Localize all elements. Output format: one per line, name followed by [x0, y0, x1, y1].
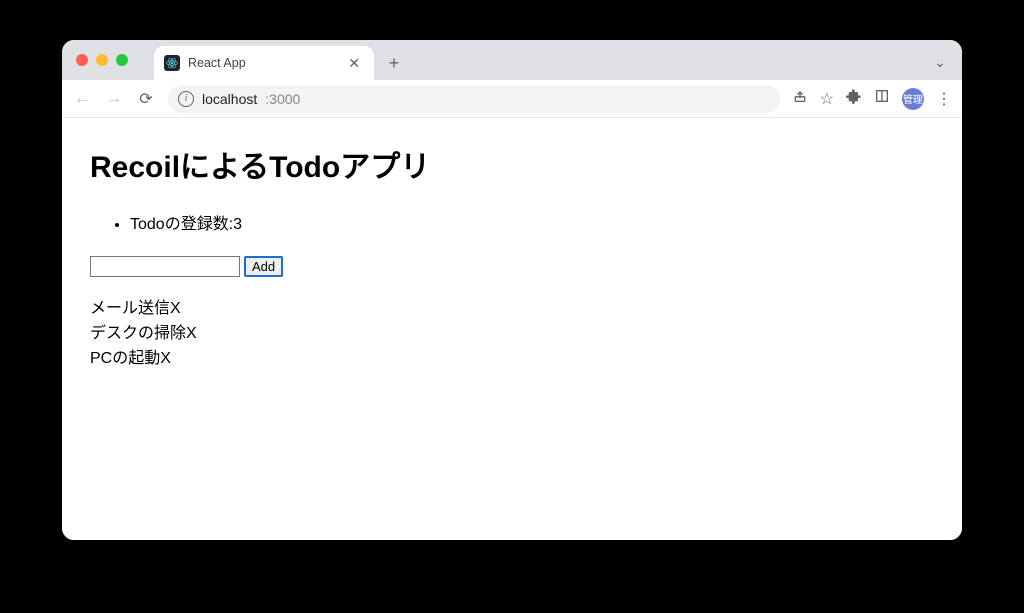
kebab-menu-icon[interactable]: ⋮: [936, 89, 952, 109]
browser-toolbar: ← → ⟳ i localhost :3000 ☆ 管理 ⋮: [62, 80, 962, 118]
window-maximize-button[interactable]: [116, 54, 128, 66]
new-tab-button[interactable]: +: [380, 49, 408, 77]
todo-item: メール送信X: [90, 297, 934, 322]
browser-tab[interactable]: React App ✕: [154, 46, 374, 80]
todo-text: PCの起動: [90, 347, 160, 372]
todo-count-list: Todoの登録数:3: [90, 210, 934, 234]
share-icon[interactable]: [792, 88, 808, 109]
browser-window: React App ✕ + ⌄ ← → ⟳ i localhost :3000 ☆…: [62, 40, 962, 540]
bookmark-star-icon[interactable]: ☆: [820, 89, 834, 109]
todo-count-item: Todoの登録数:3: [130, 210, 934, 234]
page-title: RecoilによるTodoアプリ: [90, 142, 934, 186]
titlebar: React App ✕ + ⌄: [62, 40, 962, 80]
react-favicon-icon: [164, 55, 180, 71]
page-content: RecoilによるTodoアプリ Todoの登録数:3 Add メール送信X デ…: [62, 118, 962, 540]
extensions-icon[interactable]: [846, 88, 862, 109]
todo-text: メール送信: [90, 297, 170, 322]
add-button[interactable]: Add: [244, 256, 283, 277]
delete-button[interactable]: X: [186, 322, 197, 347]
delete-button[interactable]: X: [160, 347, 171, 372]
profile-badge[interactable]: 管理: [902, 88, 924, 110]
todo-item: PCの起動X: [90, 347, 934, 372]
window-minimize-button[interactable]: [96, 54, 108, 66]
window-close-button[interactable]: [76, 54, 88, 66]
window-menu-chevron-icon[interactable]: ⌄: [934, 54, 946, 71]
url-port: :3000: [265, 91, 300, 107]
todo-text: デスクの掃除: [90, 322, 186, 347]
reading-list-icon[interactable]: [874, 88, 890, 109]
todo-list: メール送信X デスクの掃除X PCの起動X: [90, 297, 934, 371]
delete-button[interactable]: X: [170, 297, 181, 322]
traffic-lights: [76, 54, 128, 66]
site-info-icon[interactable]: i: [178, 91, 194, 107]
forward-button[interactable]: →: [104, 90, 124, 108]
back-button[interactable]: ←: [72, 90, 92, 108]
todo-item: デスクの掃除X: [90, 322, 934, 347]
reload-button[interactable]: ⟳: [136, 89, 156, 109]
url-host: localhost: [202, 91, 257, 107]
address-bar[interactable]: i localhost :3000: [168, 85, 780, 113]
count-label: Todoの登録数:: [130, 216, 233, 233]
count-value: 3: [233, 216, 242, 233]
tab-title: React App: [188, 56, 336, 70]
tab-close-icon[interactable]: ✕: [344, 55, 364, 72]
todo-input[interactable]: [90, 256, 240, 277]
add-row: Add: [90, 256, 934, 277]
